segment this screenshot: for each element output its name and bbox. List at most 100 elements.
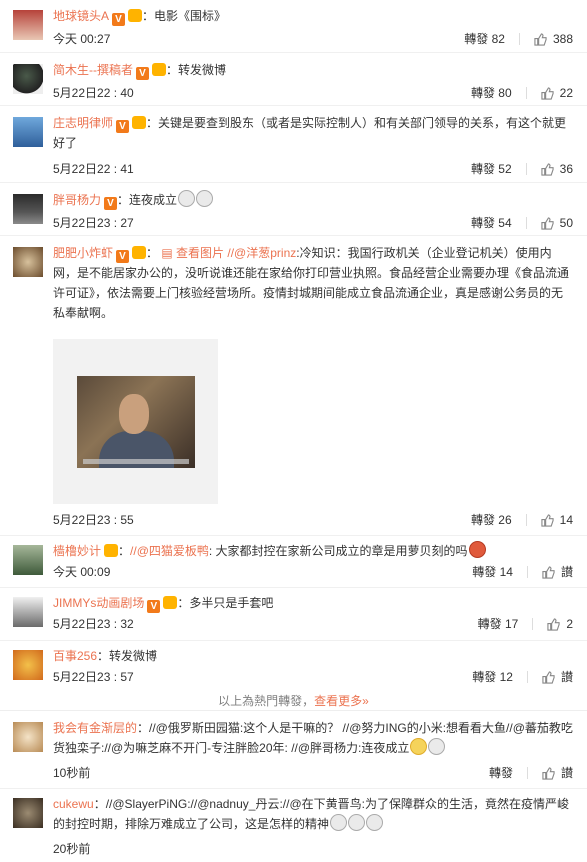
- list-item: JIMMYs动画剧场 V ：多半只是手套吧 5月22日23 : 32 轉發 17 2: [0, 587, 587, 641]
- repost-button[interactable]: 轉發 54: [471, 214, 512, 232]
- avatar[interactable]: [13, 194, 43, 224]
- thumbs-up-icon[interactable]: [541, 216, 554, 230]
- thumbs-up-icon[interactable]: [534, 32, 547, 46]
- comment-text: ：关键是要查到股东（或者是实际控制人）和有关部门领导的关系，有这个就更好了: [53, 116, 567, 150]
- thumbs-up-icon[interactable]: [542, 766, 555, 780]
- emoji-icon: [330, 814, 348, 831]
- crown-icon: [132, 246, 147, 259]
- username[interactable]: 百事256: [53, 649, 97, 663]
- mention-link[interactable]: //@洋葱prinz: [227, 246, 296, 260]
- emoji-icon: [410, 738, 428, 755]
- username[interactable]: 肥肥小炸虾: [53, 246, 113, 260]
- repost-button[interactable]: 轉發 82: [464, 30, 505, 48]
- thumbs-up-icon[interactable]: [541, 162, 554, 176]
- list-item: 百事256：转发微博 5月22日23 : 57 轉發 12 讃: [0, 640, 587, 690]
- username[interactable]: 地球镜头A: [53, 9, 109, 23]
- avatar[interactable]: [13, 597, 43, 627]
- comment-text: :冷知识：我国行政机关（企业登记机关）使用内网，是不能居家办公的，没听说谁还能在…: [53, 246, 570, 320]
- attached-image[interactable]: [53, 339, 218, 504]
- repost-button[interactable]: 轉發 26: [471, 511, 512, 529]
- avatar[interactable]: [13, 722, 43, 752]
- comment-text: ：多半只是手套吧: [177, 596, 274, 610]
- avatar[interactable]: [13, 650, 43, 680]
- like-count[interactable]: 36: [560, 160, 573, 178]
- username[interactable]: cukewu: [53, 797, 94, 811]
- username[interactable]: 庄志明律师: [53, 116, 113, 130]
- view-image-link[interactable]: ▤ 查看图片: [161, 246, 224, 260]
- timestamp: 10秒前: [53, 766, 91, 780]
- emoji-icon: [196, 190, 214, 207]
- username[interactable]: 我会有金渐层的: [53, 721, 137, 735]
- timestamp: 5月22日23 : 57: [53, 670, 134, 684]
- avatar[interactable]: [13, 247, 43, 277]
- divider: [518, 33, 520, 45]
- divider: [525, 514, 527, 526]
- comment-text: : 大家都封控在家新公司成立的章是用萝贝刻的吗: [208, 544, 468, 558]
- like-count[interactable]: 388: [553, 30, 573, 48]
- timestamp: 5月22日23 : 27: [53, 216, 134, 230]
- emoji-icon: [428, 738, 446, 755]
- crown-icon: [128, 9, 143, 22]
- username[interactable]: 简木生--撰稿者: [53, 63, 133, 77]
- like-count[interactable]: 50: [560, 214, 573, 232]
- verified-icon: V: [116, 120, 130, 133]
- avatar[interactable]: [13, 10, 43, 40]
- like-count[interactable]: 2: [566, 615, 573, 633]
- list-item: 肥肥小炸虾 V： ▤ 查看图片 //@洋葱prinz:冷知识：我国行政机关（企业登…: [0, 235, 587, 536]
- like-count[interactable]: 14: [560, 511, 573, 529]
- verified-icon: V: [136, 67, 149, 80]
- thumbs-up-icon[interactable]: [542, 565, 555, 579]
- username[interactable]: JIMMYs动画剧场: [53, 596, 144, 610]
- thumbs-up-icon[interactable]: [541, 86, 554, 100]
- like-count[interactable]: 讃: [561, 563, 573, 581]
- divider: [525, 163, 527, 175]
- hot-reposts-divider: 以上為熱門轉發，查看更多»: [0, 692, 587, 711]
- emoji-icon: [468, 541, 486, 558]
- timestamp: 5月22日23 : 32: [53, 617, 134, 631]
- crown-icon: [152, 63, 166, 76]
- verified-icon: V: [104, 197, 118, 210]
- list-item: 庄志明律师 V ：关键是要查到股东（或者是实际控制人）和有关部门领导的关系，有这个就…: [0, 105, 587, 183]
- thumbs-up-icon[interactable]: [542, 670, 555, 684]
- avatar[interactable]: [13, 64, 43, 94]
- comment-text: ：转发微博: [97, 649, 158, 663]
- repost-button[interactable]: 轉發 12: [472, 668, 513, 686]
- timestamp: 5月22日22 : 41: [53, 162, 134, 176]
- timestamp: 5月22日23 : 55: [53, 513, 134, 527]
- avatar[interactable]: [13, 798, 43, 828]
- comment-text: ：连夜成立: [117, 193, 178, 207]
- like-count[interactable]: 讃: [561, 764, 573, 782]
- divider: [532, 618, 534, 630]
- divider: [525, 217, 527, 229]
- divider: [526, 566, 528, 578]
- timestamp: 5月22日22 : 40: [53, 86, 134, 100]
- repost-button[interactable]: 轉發 52: [471, 160, 512, 178]
- repost-button[interactable]: 轉發 17: [478, 615, 519, 633]
- list-item: 我会有金渐层的：//@俄罗斯田园猫:这个人是干嘛的？ //@努力ING的小米:想…: [0, 712, 587, 789]
- repost-button[interactable]: 轉發: [489, 764, 513, 782]
- verified-icon: V: [112, 13, 126, 26]
- username[interactable]: 胖哥杨力: [53, 193, 101, 207]
- avatar[interactable]: [13, 545, 43, 575]
- divider: [526, 767, 528, 779]
- list-item: 樯橹妙计 ：//@四猫爱板鸭: 大家都封控在家新公司成立的章是用萝贝刻的吗 今天 …: [0, 535, 587, 588]
- list-item: 简木生--撰稿者 V ：转发微博 5月22日22 : 40 轉發 80 22: [0, 52, 587, 106]
- mention-link[interactable]: //@四猫爱板鸭: [130, 544, 209, 558]
- see-more-link[interactable]: 查看更多»: [314, 694, 369, 708]
- repost-button[interactable]: 轉發 80: [471, 84, 512, 102]
- verified-icon: V: [116, 250, 130, 263]
- like-count[interactable]: 22: [560, 84, 573, 102]
- crown-icon: [104, 544, 119, 557]
- username[interactable]: 樯橹妙计: [53, 544, 101, 558]
- repost-button[interactable]: 轉發 14: [472, 563, 513, 581]
- emoji-icon: [348, 814, 366, 831]
- thumbs-up-icon[interactable]: [547, 617, 560, 631]
- emoji-icon: [178, 190, 196, 207]
- thumbs-up-icon[interactable]: [541, 513, 554, 527]
- comment-text: ：电影《围标》: [142, 9, 227, 23]
- list-item: cukewu：//@SlayerPiNG://@nadnuy_丹云://@在下黄…: [0, 788, 587, 862]
- verified-icon: V: [147, 600, 161, 613]
- like-count[interactable]: 讃: [561, 668, 573, 686]
- avatar[interactable]: [13, 117, 43, 147]
- divider: [525, 87, 527, 99]
